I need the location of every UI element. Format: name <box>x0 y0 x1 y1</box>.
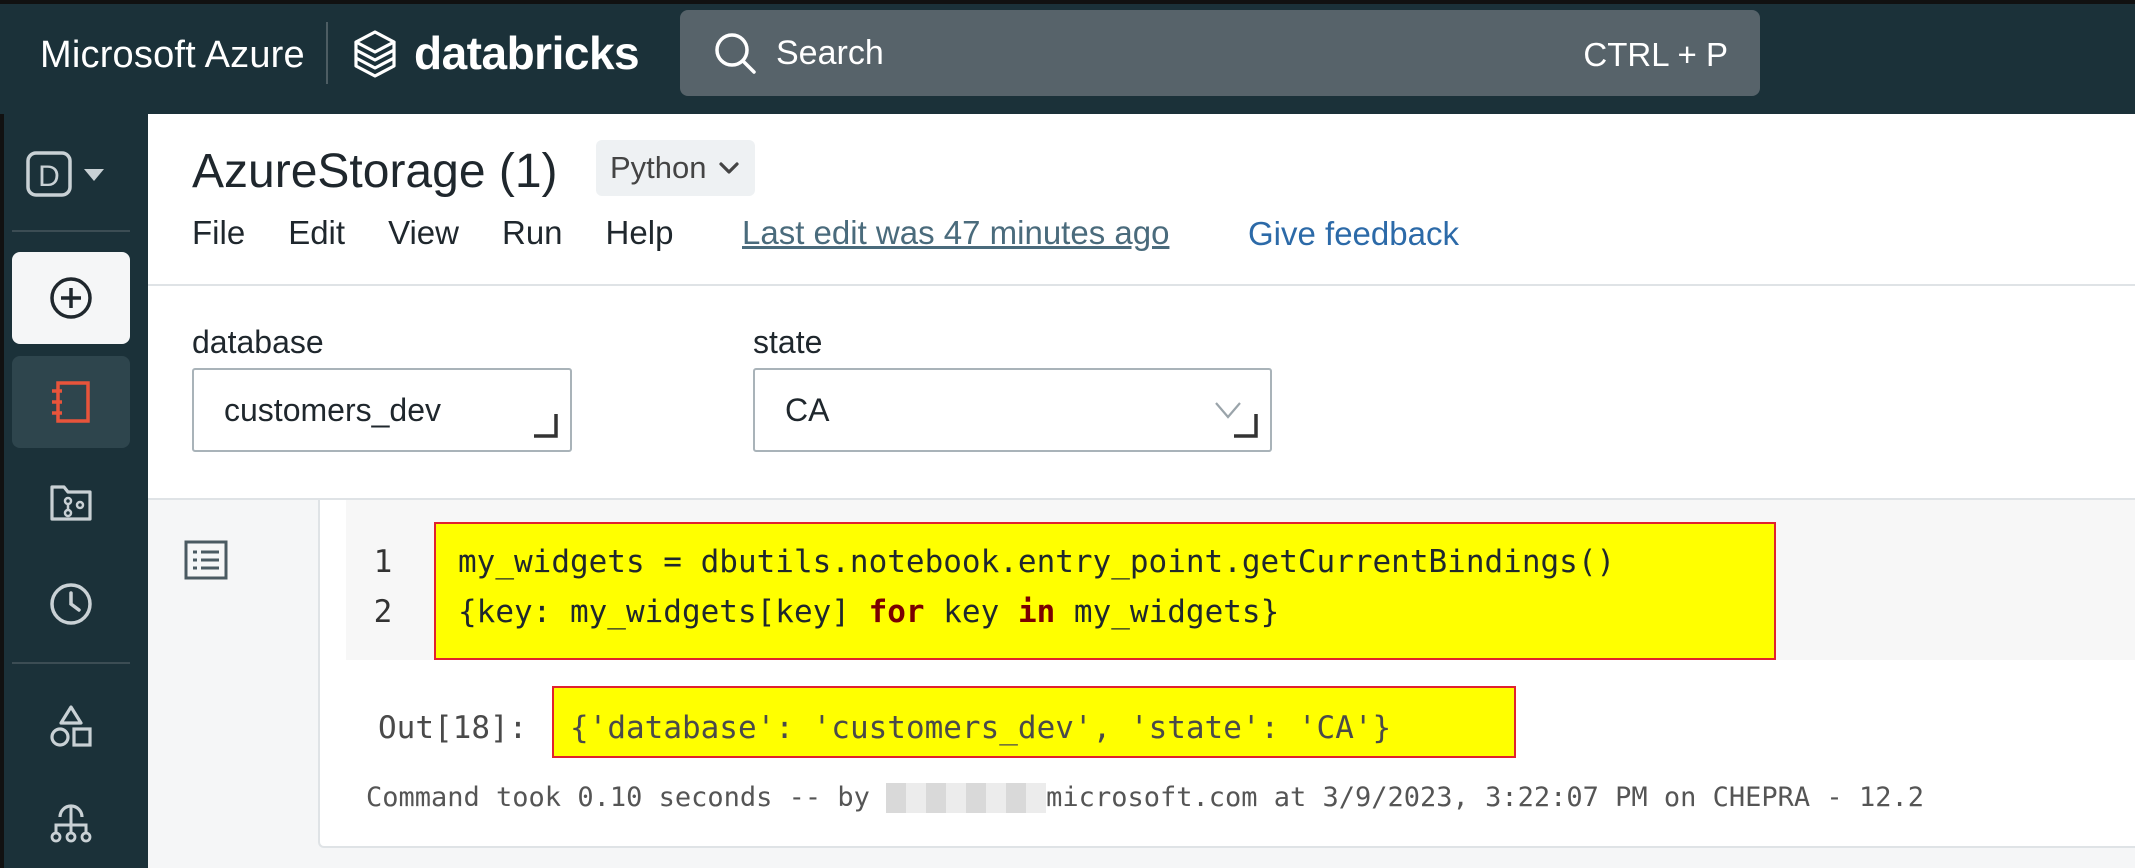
brand-divider <box>326 22 328 84</box>
databricks-wordmark: databricks <box>414 27 640 79</box>
svg-text:D: D <box>38 160 60 193</box>
sidebar-item-workflows[interactable] <box>12 774 130 866</box>
sidebar-item-repos[interactable] <box>12 456 130 548</box>
sidebar-item-recents[interactable] <box>12 558 130 650</box>
shapes-icon <box>50 705 92 747</box>
code-line-2: {key: my_widgets[key] for key in my_widg… <box>458 594 1280 630</box>
workspace-icon: D <box>26 151 104 197</box>
code-highlight <box>434 522 1776 660</box>
widget-label-database: database <box>192 324 324 360</box>
notebook-body: 1 2 my_widgets = dbutils.notebook.entry_… <box>148 500 2135 868</box>
workflows-icon <box>50 804 92 843</box>
state-widget-value: CA <box>785 392 830 428</box>
sidebar-item-notebook[interactable] <box>12 356 130 448</box>
databricks-brand[interactable]: databricks <box>352 26 640 80</box>
keyword-for: for <box>868 594 925 630</box>
clock-icon <box>50 583 92 625</box>
search-shortcut: CTRL + P <box>1583 36 1728 73</box>
resize-handle-icon[interactable] <box>1230 410 1260 440</box>
last-edit-link[interactable]: Last edit was 47 minutes ago <box>742 214 1169 252</box>
line-number: 2 <box>373 594 393 630</box>
keyword-in: in <box>1017 594 1056 630</box>
output-value: {'database': 'customers_dev', 'state': '… <box>570 710 1392 746</box>
command-details: microsoft.com at 3/9/2023, 3:22:07 PM on… <box>1046 782 1924 813</box>
rail-divider <box>12 662 130 664</box>
top-bar: Microsoft Azure databricks Search CTRL +… <box>0 0 2135 114</box>
workspace-switcher[interactable]: D <box>12 128 130 220</box>
code-line-1: my_widgets = dbutils.notebook.entry_poin… <box>458 544 1616 580</box>
menu-view[interactable]: View <box>388 214 459 252</box>
language-selector[interactable]: Python <box>596 140 755 196</box>
microsoft-azure-brand[interactable]: Microsoft Azure <box>40 34 305 77</box>
notebook-cell[interactable]: 1 2 my_widgets = dbutils.notebook.entry_… <box>318 500 2135 848</box>
rail-divider <box>12 230 130 232</box>
chevron-down-icon <box>718 162 739 174</box>
search-icon <box>715 33 756 74</box>
menu-help[interactable]: Help <box>606 214 674 252</box>
redacted-user <box>886 782 1047 813</box>
notebook-icon <box>52 381 90 423</box>
menu-edit[interactable]: Edit <box>288 214 345 252</box>
repos-icon <box>50 485 92 521</box>
notebook-header: AzureStorage (1) Python File Edit View R… <box>148 114 2135 286</box>
plus-circle-icon <box>50 277 92 319</box>
language-label: Python <box>610 150 707 185</box>
search-bar[interactable]: Search CTRL + P <box>680 10 1760 96</box>
menu-file[interactable]: File <box>192 214 245 252</box>
database-widget-input[interactable]: customers_dev <box>192 368 572 452</box>
state-widget-dropdown[interactable]: CA <box>753 368 1272 452</box>
command-duration: Command took 0.10 seconds -- by <box>366 782 887 813</box>
menu-run[interactable]: Run <box>502 214 563 252</box>
notebook-title[interactable]: AzureStorage (1) <box>192 144 558 199</box>
give-feedback-link[interactable]: Give feedback <box>1248 215 1459 253</box>
widgets-panel: database customers_dev state CA <box>148 286 2135 500</box>
left-sidebar: D <box>0 114 148 868</box>
command-footer: Command took 0.10 seconds -- by microsof… <box>366 782 1924 813</box>
resize-handle-icon[interactable] <box>530 410 560 440</box>
output-prefix: Out[18]: <box>378 710 528 746</box>
code-editor[interactable]: 1 2 my_widgets = dbutils.notebook.entry_… <box>346 500 2135 660</box>
databricks-logo-icon <box>354 30 396 78</box>
widget-label-state: state <box>753 324 823 360</box>
notebook-menu-bar: File Edit View Run Help <box>192 214 716 252</box>
new-button[interactable] <box>12 252 130 344</box>
database-widget-value: customers_dev <box>224 392 441 428</box>
line-number: 1 <box>373 544 393 580</box>
table-of-contents-icon[interactable] <box>184 540 228 580</box>
search-placeholder: Search <box>776 34 884 72</box>
sidebar-item-catalog[interactable] <box>12 680 130 772</box>
